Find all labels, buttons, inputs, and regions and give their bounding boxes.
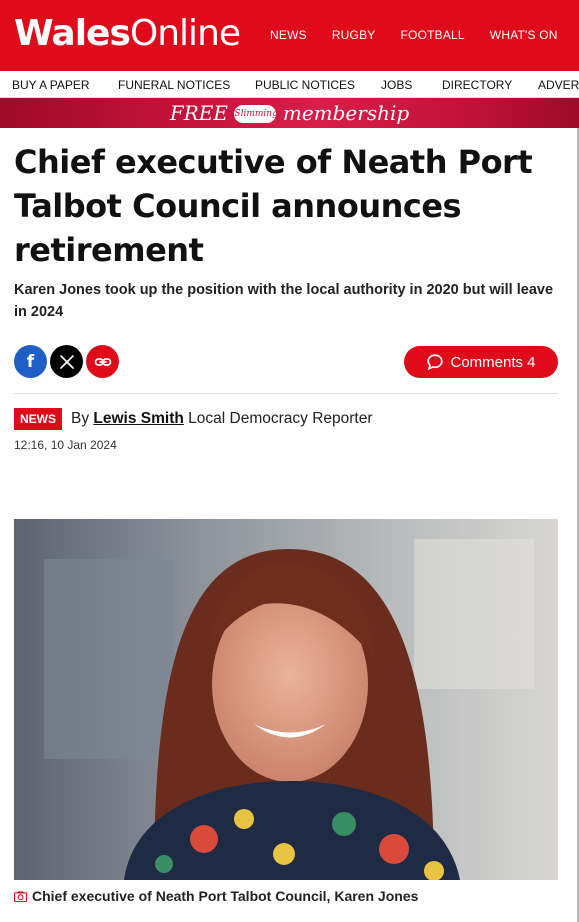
news-tag[interactable]: NEWS	[14, 408, 62, 430]
photo-caption: Chief executive of Neath Port Talbot Cou…	[14, 888, 418, 904]
subnav-buy-a-paper[interactable]: BUY A PAPER	[12, 78, 90, 92]
subnav-directory[interactable]: DIRECTORY	[442, 78, 512, 92]
portrait-illustration	[14, 519, 558, 880]
promo-membership: membership	[282, 101, 410, 125]
nav-rugby[interactable]: RUGBY	[332, 28, 376, 42]
comments-button[interactable]: Comments 4	[404, 346, 558, 378]
subnav-funeral-notices[interactable]: FUNERAL NOTICES	[118, 78, 230, 92]
byline-by: By	[71, 410, 90, 427]
comments-label: Comments 4	[450, 353, 536, 371]
x-icon	[59, 354, 74, 369]
masthead: Wales Online NEWS RUGBY FOOTBALL WHAT'S O…	[0, 0, 579, 71]
nav-whats-on[interactable]: WHAT'S ON	[490, 28, 558, 42]
link-icon	[94, 357, 111, 366]
nav-football[interactable]: FOOTBALL	[401, 28, 465, 42]
author-role: Local Democracy Reporter	[188, 410, 373, 427]
share-x-button[interactable]	[50, 345, 83, 378]
copy-link-button[interactable]	[86, 345, 119, 378]
walesonline-logo[interactable]: Wales Online	[14, 13, 241, 57]
logo-online: Online	[129, 13, 241, 54]
article-lead-photo[interactable]	[14, 519, 558, 880]
share-facebook-button[interactable]: f	[14, 345, 47, 378]
caption-text: Chief executive of Neath Port Talbot Cou…	[32, 888, 419, 904]
slimming-world-logo: Slimming	[234, 105, 278, 123]
subnav-jobs[interactable]: JOBS	[381, 78, 412, 92]
speech-bubble-icon	[427, 354, 444, 371]
promo-free: FREE	[169, 101, 228, 125]
subnav-advertise[interactable]: ADVERT	[538, 78, 579, 92]
nav-news[interactable]: NEWS	[270, 28, 307, 42]
logo-wales: Wales	[14, 13, 131, 54]
byline: By Lewis Smith Local Democracy Reporter	[71, 410, 373, 428]
article-timestamp: 12:16, 10 Jan 2024	[14, 438, 117, 452]
author-link[interactable]: Lewis Smith	[93, 410, 183, 427]
main-nav: NEWS RUGBY FOOTBALL WHAT'S ON MO	[270, 28, 579, 42]
slimming-world-promo-banner[interactable]: FREE Slimming membership	[0, 98, 579, 128]
facebook-icon: f	[26, 351, 35, 372]
article-headline: Chief executive of Neath Port Talbot Cou…	[14, 143, 533, 269]
sub-nav: BUY A PAPER FUNERAL NOTICES PUBLIC NOTIC…	[0, 71, 579, 98]
article-standfirst: Karen Jones took up the position with th…	[14, 282, 554, 320]
divider	[14, 393, 558, 394]
subnav-public-notices[interactable]: PUBLIC NOTICES	[255, 78, 355, 92]
camera-icon	[14, 890, 27, 902]
